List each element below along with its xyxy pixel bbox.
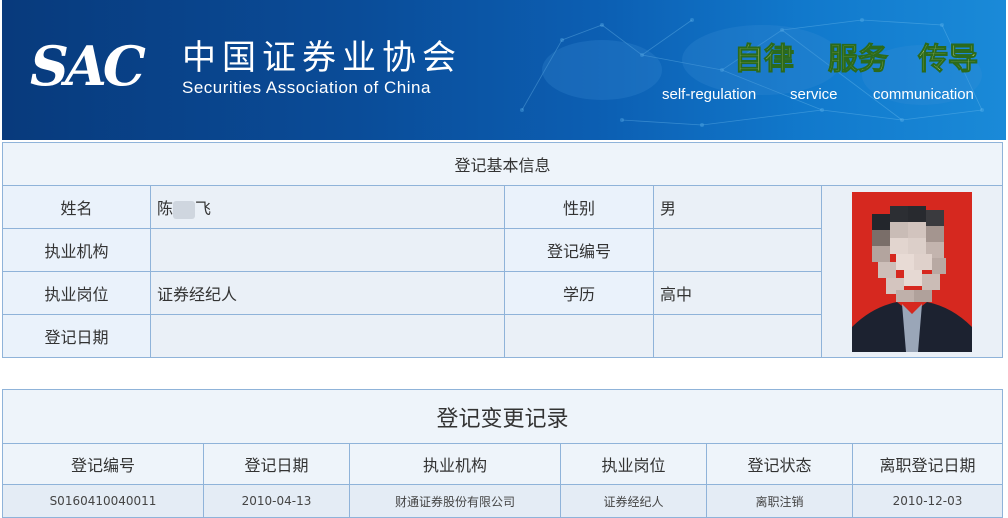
org-name-chinese: 中国证券业协会 [182, 38, 462, 78]
reg-date-cell: 2010-04-13 [203, 484, 350, 518]
sac-logo-mark: SAC [30, 34, 146, 98]
person-photo-graphic [852, 191, 973, 352]
education-value: 高中 [653, 271, 822, 315]
change-records-title: 登记变更记录 [1, 389, 1004, 444]
slogan-self-regulation-cn: 自律 [734, 42, 795, 78]
name-first-char: 陈 [157, 199, 174, 218]
slogan-communication-en: communication [873, 86, 974, 103]
slogan-service-cn: 服务 [828, 42, 889, 78]
basic-info-title: 登记基本信息 [1, 142, 1004, 186]
photo-cell [820, 185, 1004, 358]
position-value: 证券经纪人 [150, 271, 505, 315]
leave-date-cell: 2010-12-03 [851, 484, 1004, 518]
education-label: 学历 [504, 271, 654, 315]
reg-no-label: 登记编号 [504, 228, 654, 272]
slogan-self-regulation-en: self-regulation [662, 86, 757, 103]
institution-value [150, 228, 505, 272]
gender-value: 男 [653, 185, 822, 229]
gender-label: 性别 [504, 185, 654, 229]
empty-cell [504, 314, 654, 358]
institution-cell: 财通证券股份有限公司 [349, 484, 561, 518]
institution-label: 执业机构 [2, 228, 151, 272]
table-row: S0160410040011 2010-04-13 财通证券股份有限公司 证券经… [2, 484, 1004, 518]
column-header: 登记日期 [203, 443, 350, 485]
reg-no-value [653, 228, 822, 272]
column-header: 执业岗位 [560, 443, 707, 485]
table-header-row: 登记编号 登记日期 执业机构 执业岗位 登记状态 离职登记日期 [2, 443, 1004, 485]
name-last-char: 飞 [195, 199, 212, 218]
column-header: 登记状态 [706, 443, 853, 485]
reg-no-cell: S0160410040011 [2, 484, 204, 518]
reg-date-label: 登记日期 [2, 314, 151, 358]
empty-cell [653, 314, 822, 358]
position-cell: 证券经纪人 [560, 484, 707, 518]
org-name-english: Securities Association of China [182, 78, 431, 97]
basic-info-table: 登记基本信息 姓名 陈飞 性别 男 执业机构 登记编号 执业岗位 证券经纪人 学… [1, 142, 1004, 358]
name-mask [173, 200, 196, 219]
reg-date-value [150, 314, 505, 358]
column-header: 登记编号 [2, 443, 204, 485]
position-label: 执业岗位 [2, 271, 151, 315]
id-photo [852, 191, 973, 352]
slogan-communication-cn: 传导 [918, 42, 979, 78]
status-cell: 离职注销 [706, 484, 853, 518]
column-header: 离职登记日期 [851, 443, 1004, 485]
name-label: 姓名 [2, 185, 151, 229]
slogan-service-en: service [790, 86, 838, 103]
name-value: 陈飞 [150, 185, 505, 229]
column-header: 执业机构 [349, 443, 561, 485]
header-banner: SAC 中国证券业协会 Securities Association of Ch… [2, 0, 1006, 140]
change-records-table: 登记变更记录 登记编号 登记日期 执业机构 执业岗位 登记状态 离职登记日期 S… [1, 389, 1004, 518]
